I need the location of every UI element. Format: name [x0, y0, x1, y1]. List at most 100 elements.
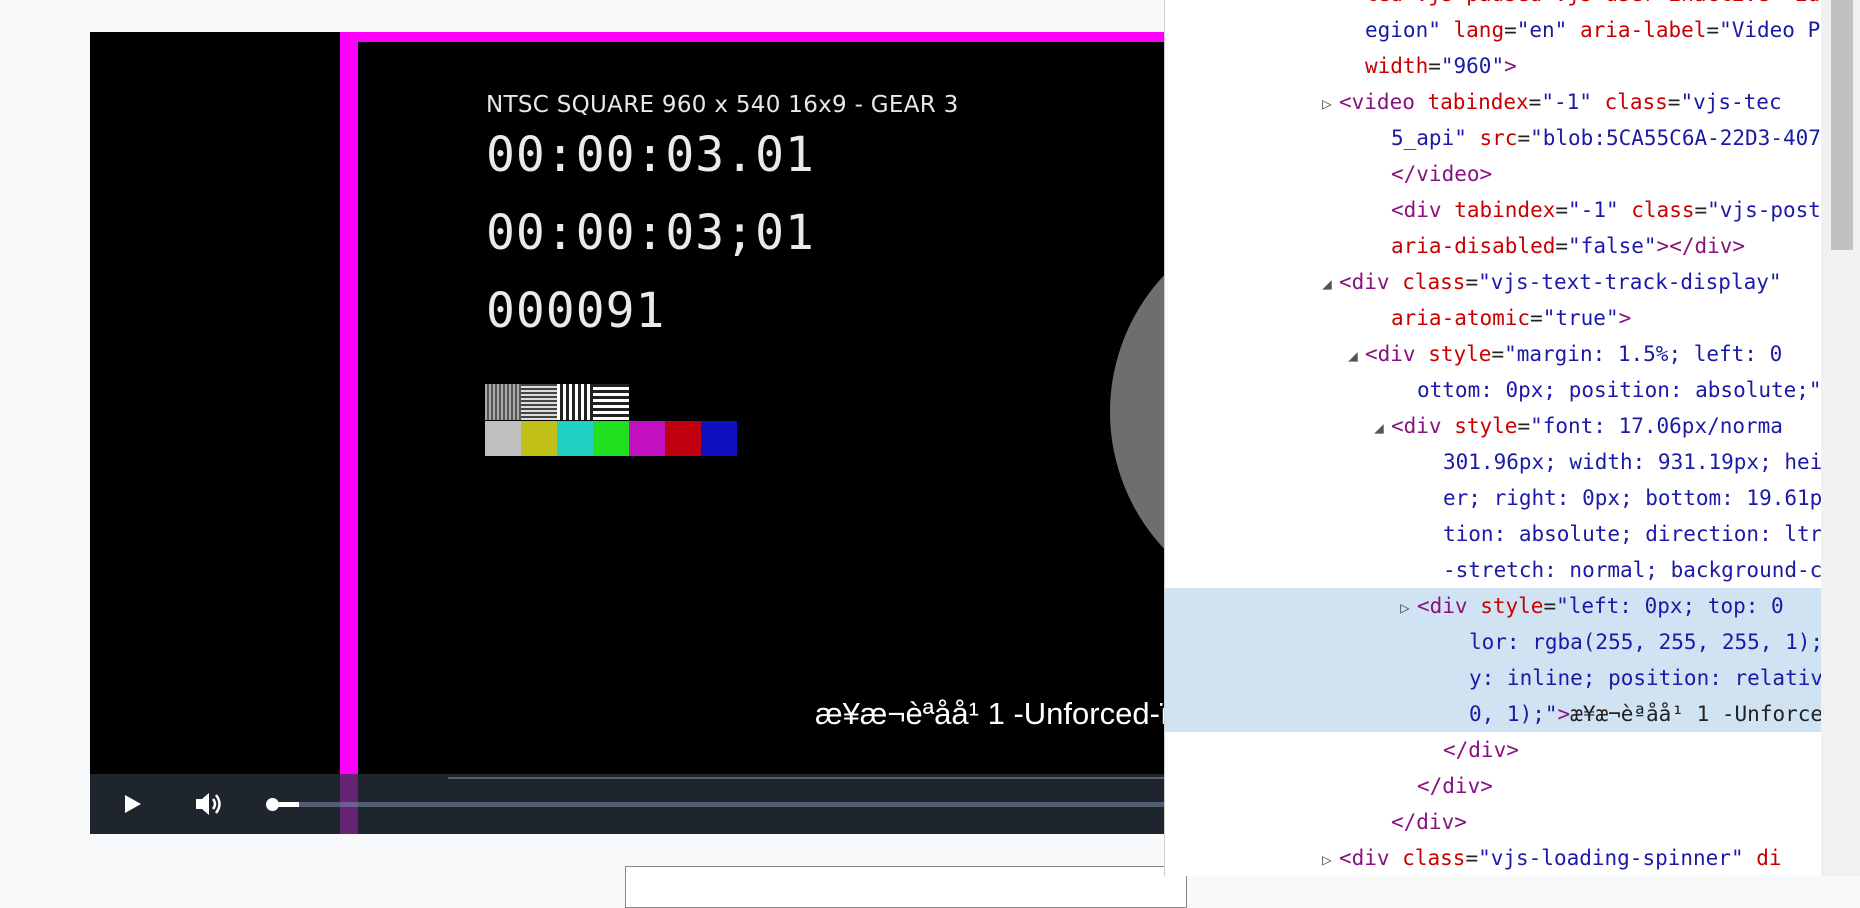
timecode-decimal: 00:00:03.01: [486, 127, 815, 183]
dom-node-line[interactable]: lor: rgba(255, 255, 255, 1);: [1165, 624, 1860, 660]
dom-token-attr: di: [1756, 846, 1782, 870]
dom-token-txt: =: [1465, 270, 1479, 294]
dom-token-txt: =: [1465, 846, 1479, 870]
dom-token-tag: <div: [1391, 198, 1455, 222]
dom-token-val: y: inline; position: relative: [1469, 666, 1836, 690]
dom-token-txt: æ¥æ¬èªåå¹ 1 -Unforced: [1570, 702, 1836, 726]
dom-token-tag: </video>: [1391, 162, 1493, 186]
dom-node-line[interactable]: ▷ <div class="vjs-loading-spinner" di: [1165, 840, 1860, 876]
devtools-elements-panel[interactable]: ted vjs-paused vjs-user-inactive" id=egi…: [1164, 0, 1860, 876]
dom-token-txt: [1592, 90, 1605, 114]
dom-token-attr: src: [1479, 126, 1518, 150]
color-bar: [521, 421, 557, 456]
dom-token-txt: =: [1491, 342, 1505, 366]
dom-token-txt: =: [1706, 18, 1720, 42]
dom-token-attr: id: [1795, 0, 1820, 6]
dom-node-line[interactable]: 5_api" src="blob:5CA55C6A-22D3-407F: [1165, 120, 1860, 156]
dom-token-tag: <div: [1391, 414, 1455, 438]
dom-token-val: "true": [1542, 306, 1619, 330]
dom-node-line[interactable]: ◢ <div class="vjs-text-track-display": [1165, 264, 1860, 300]
dom-node-line[interactable]: er; right: 0px; bottom: 19.61px: [1165, 480, 1860, 516]
dom-node-line[interactable]: -stretch: normal; background-co: [1165, 552, 1860, 588]
dom-node-line[interactable]: ▷ <video tabindex="-1" class="vjs-tec: [1165, 84, 1860, 120]
color-bar: [485, 421, 521, 456]
dom-token-val: "Video Pl: [1719, 18, 1833, 42]
control-bar: [90, 774, 1165, 834]
dom-token-tag: >: [1557, 702, 1571, 726]
dom-token-attr: class: [1402, 270, 1466, 294]
video-player[interactable]: NTSC SQUARE 960 x 540 16x9 - GEAR 3 00:0…: [90, 32, 1165, 834]
collapse-triangle-icon[interactable]: ◢: [1367, 410, 1391, 444]
dom-token-attr: style: [1454, 414, 1518, 438]
dom-node-line[interactable]: ◢ <div style="font: 17.06px/norma: [1165, 408, 1860, 444]
expand-triangle-icon[interactable]: ▷: [1315, 86, 1339, 120]
collapse-triangle-icon[interactable]: ◢: [1315, 266, 1339, 300]
dom-token-tag: </div>: [1443, 738, 1519, 762]
dom-token-val: "vjs-text-track-display": [1478, 270, 1782, 294]
dom-node-line[interactable]: ▷ <div style="left: 0px; top: 0: [1165, 588, 1860, 624]
dom-node-line[interactable]: ottom: 0px; position: absolute;">: [1165, 372, 1860, 408]
dom-node-line[interactable]: ◢ <div style="margin: 1.5%; left: 0: [1165, 336, 1860, 372]
dom-node-line[interactable]: </div>: [1165, 804, 1860, 840]
pattern-swatch: [485, 384, 521, 420]
pattern-swatch: [521, 384, 557, 420]
dom-token-val: "blob:5CA55C6A-22D3-407F: [1530, 126, 1834, 150]
dom-token-tag: </div>: [1391, 810, 1467, 834]
collapse-triangle-icon[interactable]: ◢: [1341, 338, 1365, 372]
dom-token-val: ottom: 0px; position: absolute;": [1417, 378, 1822, 402]
dom-token-attr: class: [1604, 90, 1668, 114]
page-box: [625, 866, 1187, 908]
dom-token-txt: =: [1428, 54, 1441, 78]
dom-token-txt: =: [1517, 414, 1531, 438]
dom-token-tag: >: [1504, 54, 1517, 78]
dom-token-txt: [1619, 198, 1632, 222]
dom-token-attr: tabindex: [1454, 198, 1556, 222]
dom-token-val: er; right: 0px; bottom: 19.61px: [1443, 486, 1835, 510]
dom-token-tag: <div: [1417, 594, 1481, 618]
color-bar: [557, 421, 593, 456]
progress-handle[interactable]: [266, 798, 279, 811]
dom-token-txt: [1441, 18, 1454, 42]
dom-token-val: "-1": [1568, 198, 1619, 222]
dom-node-line[interactable]: <div tabindex="-1" class="vjs-poste: [1165, 192, 1860, 228]
dom-token-attr: style: [1480, 594, 1544, 618]
dom-node-line[interactable]: 0, 1);">æ¥æ¬èªåå¹ 1 -Unforced: [1165, 696, 1860, 732]
pattern-swatch: [557, 384, 593, 420]
volume-icon: [196, 793, 221, 815]
color-bar: [593, 421, 629, 456]
dom-token-val: "en": [1516, 18, 1568, 42]
expand-triangle-icon[interactable]: ▷: [1315, 842, 1339, 876]
play-icon: [125, 795, 141, 813]
dom-node-line[interactable]: tion: absolute; direction: ltr;: [1165, 516, 1860, 552]
scroll-thumb[interactable]: [1831, 0, 1853, 250]
dom-node-line[interactable]: </div>: [1165, 732, 1860, 768]
dom-token-val: "960": [1440, 54, 1505, 78]
dom-token-attr: aria-atomic: [1391, 306, 1531, 330]
dom-node-line[interactable]: </video>: [1165, 156, 1860, 192]
dom-node-line[interactable]: ted vjs-paused vjs-user-inactive" id=: [1165, 0, 1860, 12]
dom-token-txt: =: [1543, 594, 1557, 618]
dom-token-txt: [1467, 126, 1480, 150]
dom-node-line[interactable]: 301.96px; width: 931.19px; heig: [1165, 444, 1860, 480]
dom-token-val: tion: absolute; direction: ltr;: [1443, 522, 1835, 546]
dom-token-txt: =: [1530, 306, 1543, 330]
dom-token-txt: =: [1555, 234, 1569, 258]
volume-button[interactable]: [194, 790, 224, 818]
dom-node-line[interactable]: y: inline; position: relative: [1165, 660, 1860, 696]
play-button[interactable]: [120, 792, 144, 816]
color-bar: [665, 421, 701, 456]
dom-node-line[interactable]: aria-atomic="true">: [1165, 300, 1860, 336]
scrollbar[interactable]: [1821, 0, 1860, 876]
dom-node-line[interactable]: egion" lang="en" aria-label="Video Pl: [1165, 12, 1860, 48]
dom-node-line[interactable]: aria-disabled="false"></div>: [1165, 228, 1860, 264]
resolution-patterns: [485, 384, 629, 420]
dom-node-line[interactable]: </div>: [1165, 768, 1860, 804]
dom-token-txt: [1744, 846, 1757, 870]
dom-token-val: "font: 17.06px/norma: [1530, 414, 1783, 438]
expand-triangle-icon[interactable]: ▷: [1393, 590, 1417, 624]
dom-node-line[interactable]: width="960">: [1165, 48, 1860, 84]
dom-token-txt: =: [1517, 126, 1531, 150]
dom-token-tag: <div: [1365, 342, 1429, 366]
progress-bar[interactable]: [266, 798, 1165, 811]
dom-token-val: 5_api": [1391, 126, 1467, 150]
